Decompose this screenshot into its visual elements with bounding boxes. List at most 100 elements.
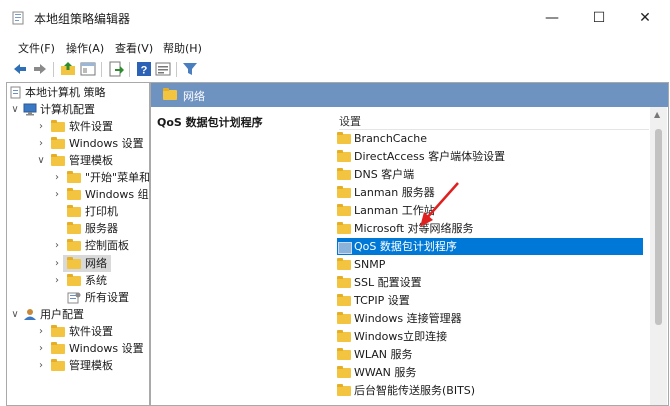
toolbar-separator xyxy=(53,62,54,77)
tree-item-user-admin-templates[interactable]: › 管理模板 xyxy=(10,357,146,374)
folder-icon xyxy=(337,168,351,180)
chevron-right-icon[interactable]: › xyxy=(36,323,46,340)
chevron-right-icon[interactable]: › xyxy=(52,272,62,289)
scroll-up-icon[interactable]: ▲ xyxy=(654,110,660,119)
folder-icon xyxy=(67,171,81,183)
setting-item[interactable]: Windows 连接管理器 xyxy=(337,310,643,327)
tree-item-control-panel[interactable]: › 控制面板 xyxy=(10,237,146,254)
tree-item-printers[interactable]: 打印机 xyxy=(10,203,146,220)
chevron-right-icon[interactable]: › xyxy=(36,340,46,357)
chevron-right-icon[interactable]: › xyxy=(52,237,62,254)
setting-label: WLAN 服务 xyxy=(354,348,413,361)
forward-arrow-icon[interactable] xyxy=(32,61,48,77)
folder-icon xyxy=(337,294,351,306)
menu-help[interactable]: 帮助(H) xyxy=(163,40,202,56)
navigation-tree: 本地计算机 策略 ∨ 计算机配置 › 软件设置 › Windows 设置 ∨ 管… xyxy=(6,82,150,406)
tree-item-user-software-settings[interactable]: › 软件设置 xyxy=(10,323,146,340)
chevron-right-icon[interactable]: › xyxy=(36,357,46,374)
tree-label: Windows 组 xyxy=(85,188,149,201)
tree-item-server[interactable]: 服务器 xyxy=(10,220,146,237)
window-title: 本地组策略编辑器 xyxy=(34,12,131,26)
details-header-label: 网络 xyxy=(183,90,205,103)
tree-label: "开始"菜单和 xyxy=(85,171,150,184)
tree-item-user-config[interactable]: ∨ 用户配置 xyxy=(10,306,146,323)
vertical-scrollbar[interactable]: ▲ xyxy=(650,107,667,405)
setting-item[interactable]: SNMP xyxy=(337,256,643,273)
setting-item[interactable]: WWAN 服务 xyxy=(337,364,643,381)
menu-file[interactable]: 文件(F) xyxy=(18,40,55,56)
setting-item[interactable]: Microsoft 对等网络服务 xyxy=(337,220,643,237)
tree-item-windows-settings[interactable]: › Windows 设置 xyxy=(10,135,146,152)
column-header-setting[interactable]: 设置 xyxy=(339,113,361,129)
menu-view[interactable]: 查看(V) xyxy=(115,40,153,56)
tree-item-windows-components[interactable]: › Windows 组 xyxy=(10,186,149,203)
minimize-button[interactable]: — xyxy=(529,6,575,30)
setting-item[interactable]: DNS 客户端 xyxy=(337,166,643,183)
help-icon[interactable]: ? xyxy=(136,61,152,77)
setting-label: Windows 连接管理器 xyxy=(354,312,462,325)
details-pane: 网络 QoS 数据包计划程序 设置 BranchCache DirectAcce… xyxy=(150,82,669,406)
tree-label: 软件设置 xyxy=(69,120,113,133)
tree-label: 计算机配置 xyxy=(40,103,95,116)
setting-label: Lanman 服务器 xyxy=(354,186,435,199)
folder-icon xyxy=(337,132,351,144)
scrollbar-thumb[interactable] xyxy=(655,129,662,325)
folder-icon xyxy=(337,186,351,198)
close-button[interactable]: ✕ xyxy=(622,6,668,30)
tree-item-start-menu[interactable]: › "开始"菜单和 xyxy=(10,169,149,186)
folder-icon xyxy=(337,258,351,270)
maximize-button[interactable]: ☐ xyxy=(576,6,622,30)
chevron-right-icon[interactable]: › xyxy=(52,186,62,203)
folder-icon xyxy=(67,188,81,200)
folder-icon xyxy=(51,137,65,149)
chevron-right-icon[interactable]: › xyxy=(52,255,62,272)
setting-label: Lanman 工作站 xyxy=(354,204,435,217)
properties-icon[interactable] xyxy=(155,61,171,77)
folder-icon xyxy=(163,88,177,100)
chevron-right-icon[interactable]: › xyxy=(52,169,62,186)
folder-icon xyxy=(67,257,81,269)
tree-item-network[interactable]: › 网络 xyxy=(10,255,146,272)
menu-action[interactable]: 操作(A) xyxy=(66,40,104,56)
all-settings-icon xyxy=(67,292,81,304)
setting-label: DirectAccess 客户端体验设置 xyxy=(354,150,506,163)
setting-item[interactable]: BranchCache xyxy=(337,130,643,147)
setting-label: Microsoft 对等网络服务 xyxy=(354,222,474,235)
setting-item[interactable]: WLAN 服务 xyxy=(337,346,643,363)
setting-item[interactable]: Lanman 工作站 xyxy=(337,202,643,219)
chevron-down-icon[interactable]: ∨ xyxy=(10,306,20,323)
setting-item[interactable]: TCPIP 设置 xyxy=(337,292,643,309)
chevron-down-icon[interactable]: ∨ xyxy=(10,101,20,118)
folder-icon xyxy=(337,366,351,378)
export-icon[interactable] xyxy=(108,61,124,77)
tree-item-user-windows-settings[interactable]: › Windows 设置 xyxy=(10,340,146,357)
show-tree-icon[interactable] xyxy=(80,61,96,77)
setting-item-selected[interactable]: QoS 数据包计划程序 xyxy=(337,238,643,255)
folder-icon xyxy=(67,222,81,234)
tree-label: 系统 xyxy=(85,274,107,287)
back-arrow-icon[interactable] xyxy=(12,61,28,77)
chevron-right-icon[interactable]: › xyxy=(36,118,46,135)
setting-item[interactable]: Lanman 服务器 xyxy=(337,184,643,201)
toolbar-separator xyxy=(129,62,130,77)
tree-label: 服务器 xyxy=(85,222,118,235)
tree-label: 管理模板 xyxy=(69,359,113,372)
setting-item[interactable]: Windows立即连接 xyxy=(337,328,643,345)
setting-item[interactable]: DirectAccess 客户端体验设置 xyxy=(337,148,643,165)
tree-item-software-settings[interactable]: › 软件设置 xyxy=(10,118,146,135)
chevron-down-icon[interactable]: ∨ xyxy=(36,152,46,169)
setting-item[interactable]: SSL 配置设置 xyxy=(337,274,643,291)
tree-label: 本地计算机 策略 xyxy=(25,86,106,99)
folder-icon xyxy=(337,276,351,288)
tree-item-admin-templates[interactable]: ∨ 管理模板 xyxy=(10,152,146,169)
chevron-right-icon[interactable]: › xyxy=(36,135,46,152)
filter-icon[interactable] xyxy=(182,61,198,77)
folder-icon xyxy=(337,348,351,360)
tree-item-computer-config[interactable]: ∨ 计算机配置 xyxy=(10,101,146,118)
tree-item-all-settings[interactable]: 所有设置 xyxy=(10,289,146,306)
folder-icon xyxy=(67,205,81,217)
up-folder-icon[interactable] xyxy=(60,61,76,77)
setting-item[interactable]: 后台智能传送服务(BITS) xyxy=(337,382,643,399)
folder-icon xyxy=(51,154,65,166)
tree-item-system[interactable]: › 系统 xyxy=(10,272,146,289)
